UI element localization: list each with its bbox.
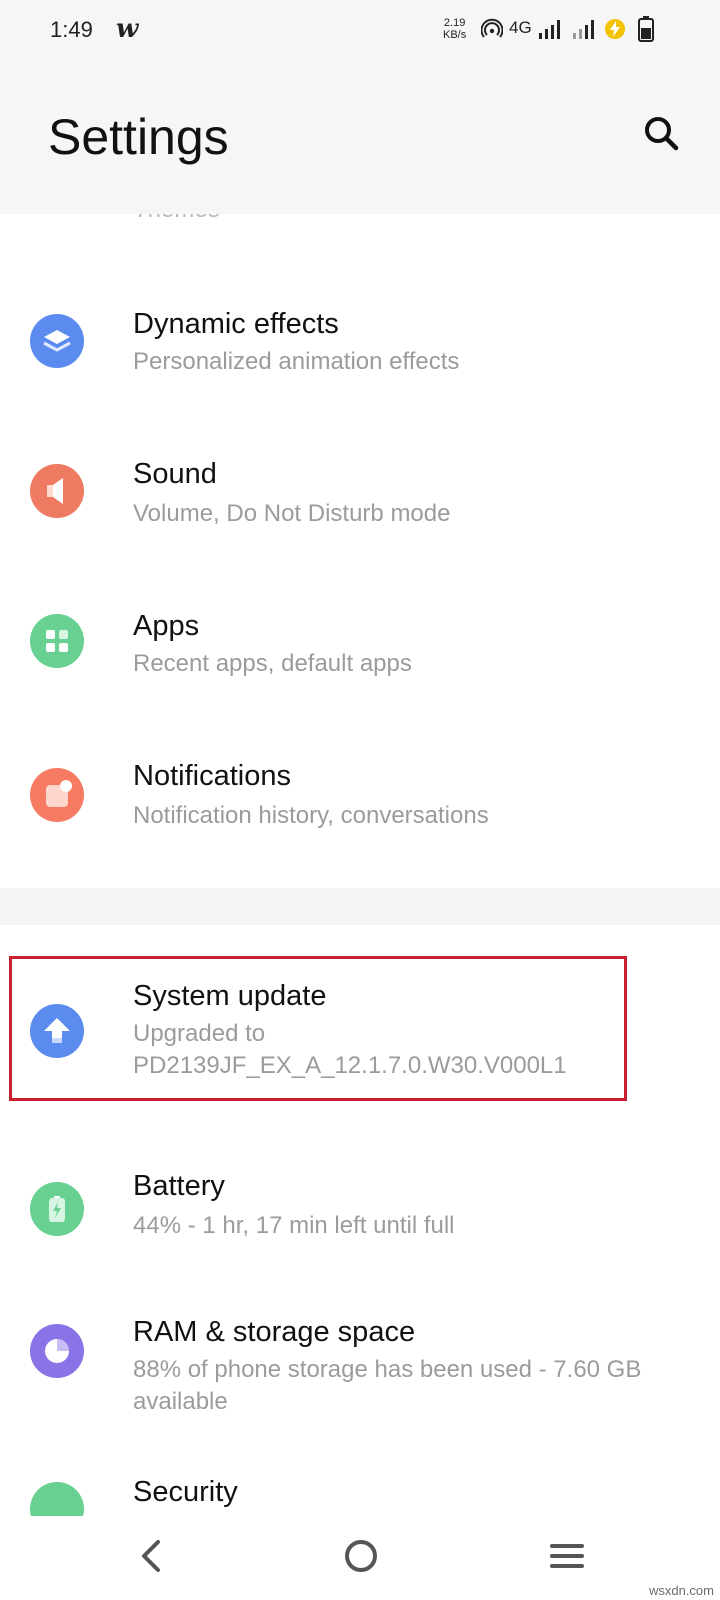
- home-icon: [345, 1540, 377, 1572]
- item-title: Dynamic effects: [133, 308, 339, 340]
- item-title: Battery: [133, 1170, 225, 1202]
- hotspot-icon: [481, 18, 503, 38]
- settings-item-apps[interactable]: Apps Recent apps, default apps: [0, 568, 720, 718]
- navigation-bar: wsxdn.com: [0, 1516, 720, 1600]
- item-title: Apps: [133, 610, 200, 642]
- settings-item-security[interactable]: Security: [0, 1476, 720, 1516]
- speaker-icon: [30, 464, 84, 518]
- settings-item-sound[interactable]: Sound Volume, Do Not Disturb mode: [0, 418, 720, 568]
- item-title: Notifications: [133, 760, 291, 792]
- notification-icon: [30, 768, 84, 822]
- signal-icon-secondary: [573, 20, 594, 39]
- status-bar: 1:49 w 2.19 KB/s 4G: [0, 0, 720, 62]
- search-button[interactable]: [640, 112, 682, 154]
- pie-storage-icon: [30, 1324, 84, 1378]
- shield-icon: [30, 1482, 84, 1516]
- highlight-box: [9, 956, 627, 1101]
- settings-item-storage[interactable]: RAM & storage space 88% of phone storage…: [0, 1278, 720, 1458]
- page-title: Settings: [48, 109, 229, 165]
- battery-icon: [638, 16, 654, 42]
- settings-item-dynamic-effects[interactable]: Dynamic effects Personalized animation e…: [0, 268, 720, 418]
- settings-item-battery[interactable]: Battery 44% - 1 hr, 17 min left until fu…: [0, 1136, 720, 1286]
- app-notification-icon: w: [116, 14, 139, 44]
- item-subtitle: Notification history, conversations: [133, 802, 489, 829]
- item-subtitle: Themes: [133, 214, 693, 226]
- item-subtitle: Recent apps, default apps: [133, 650, 412, 677]
- apps-grid-icon: [30, 614, 84, 668]
- battery-charging-icon: [30, 1182, 84, 1236]
- item-subtitle: Volume, Do Not Disturb mode: [133, 500, 451, 527]
- network-speed: 2.19 KB/s: [443, 17, 467, 41]
- back-button[interactable]: [122, 1528, 182, 1588]
- menu-button[interactable]: [538, 1528, 598, 1588]
- item-title: Security: [133, 1476, 238, 1508]
- app-header: Settings: [0, 62, 720, 214]
- item-title: RAM & storage space: [133, 1316, 416, 1348]
- signal-icon: [539, 20, 560, 39]
- status-time: 1:49: [50, 17, 93, 42]
- home-button[interactable]: [331, 1528, 391, 1588]
- item-subtitle: 44% - 1 hr, 17 min left until full: [133, 1212, 455, 1239]
- settings-list: Themes Dynamic effects Personalized anim…: [0, 214, 720, 1516]
- network-type: 4G: [509, 18, 532, 37]
- item-subtitle: Personalized animation effects: [133, 348, 460, 375]
- item-subtitle: 88% of phone storage has been used - 7.6…: [133, 1356, 642, 1415]
- watermark: wsxdn.com: [648, 1583, 714, 1598]
- power-saving-icon: [605, 19, 625, 39]
- layers-icon: [30, 314, 84, 368]
- search-icon: [645, 117, 679, 151]
- back-icon: [142, 1540, 160, 1572]
- section-divider: [0, 888, 720, 925]
- item-title: Sound: [133, 458, 217, 490]
- menu-icon: [550, 1544, 584, 1568]
- settings-item-notifications[interactable]: Notifications Notification history, conv…: [0, 718, 720, 868]
